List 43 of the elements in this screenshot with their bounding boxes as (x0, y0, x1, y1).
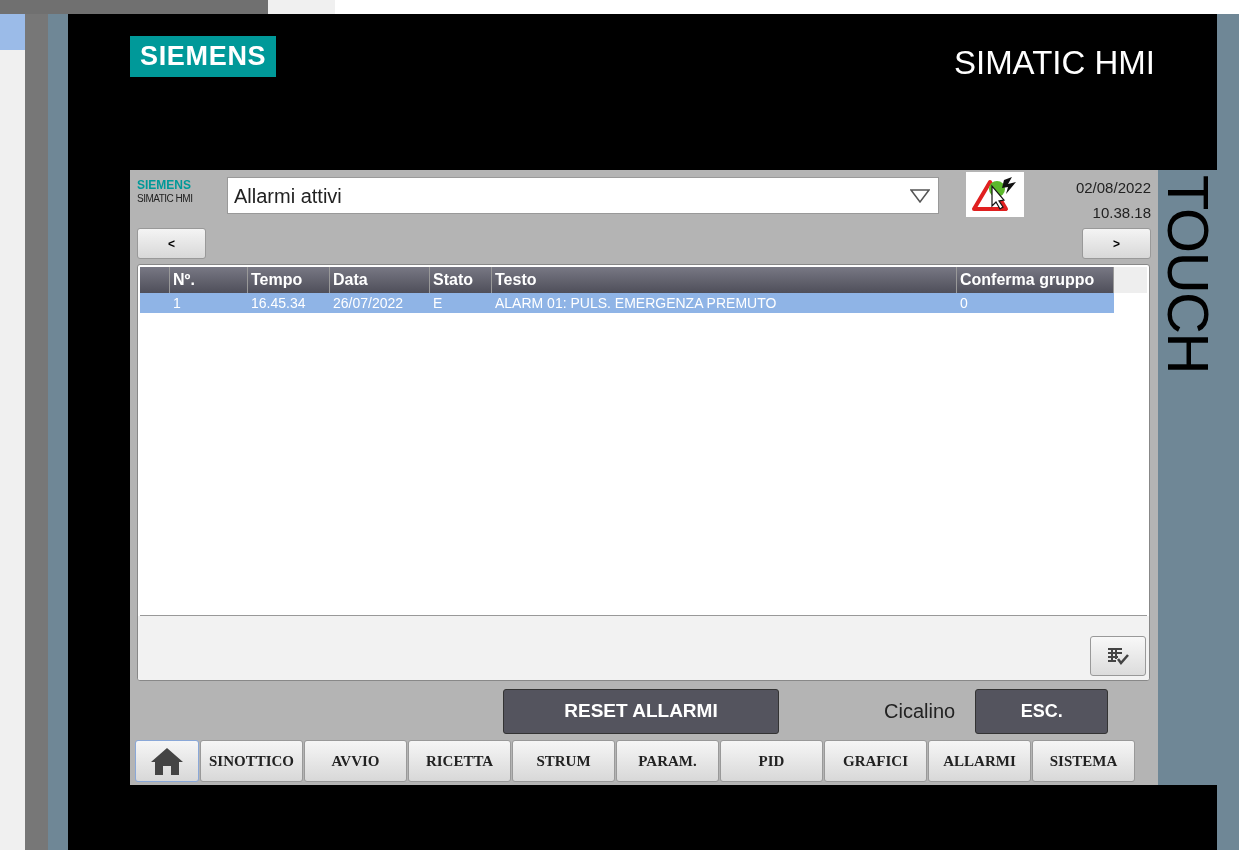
home-button[interactable] (135, 740, 199, 782)
header-corner (140, 267, 170, 293)
column-header[interactable]: Nº. (170, 267, 248, 293)
alarm-ack-button[interactable] (966, 172, 1024, 217)
nav-button[interactable]: RICETTA (408, 740, 511, 782)
dropdown-value: Allarmi attivi (234, 183, 342, 209)
product-title: SIMATIC HMI (953, 43, 1155, 83)
column-header[interactable]: Conferma gruppo (957, 267, 1114, 293)
previous-button[interactable]: < (137, 228, 206, 259)
selected-list-row (0, 14, 25, 50)
brand-logo: SIEMENS (137, 178, 192, 192)
table-cell-text: 0 (959, 293, 969, 313)
siemens-logo: SIEMENS (130, 36, 277, 77)
nav-button[interactable]: STRUM (512, 740, 615, 782)
next-button[interactable]: > (1082, 228, 1151, 259)
buzzer-label: Cicalino (884, 699, 956, 724)
table-cell-text: 1 (172, 293, 182, 313)
nav-button[interactable]: SISTEMA (1032, 740, 1135, 782)
nav-button[interactable]: PARAM. (616, 740, 719, 782)
table-cell-text: 16.45.34 (250, 293, 307, 313)
column-header[interactable]: Tempo (248, 267, 330, 293)
table-cell-text: E (432, 293, 444, 313)
nav-button[interactable]: SINOTTICO (200, 740, 303, 782)
nav-button[interactable]: PID (720, 740, 823, 782)
column-header[interactable]: Data (330, 267, 430, 293)
nav-button[interactable]: ALLARMI (928, 740, 1031, 782)
table-cell-text: ALARM 01: PULS. EMERGENZA PREMUTO (494, 293, 778, 313)
touch-label: TOUCH (1159, 174, 1216, 374)
table-settings-button[interactable] (1090, 636, 1146, 676)
dropdown-caret-icon (910, 188, 930, 203)
table-cell-text: 26/07/2022 (332, 293, 405, 313)
reset-alarms-button[interactable]: RESET ALLARMI (503, 688, 779, 734)
column-header[interactable]: Testo (492, 267, 957, 293)
column-header[interactable]: Stato (430, 267, 492, 293)
table-check-icon (1106, 646, 1130, 666)
time-display: 10.38.18 (1092, 202, 1151, 223)
date-display: 02/08/2022 (1075, 178, 1151, 198)
buzzer-off-button[interactable]: ESC. (975, 688, 1109, 734)
nav-button[interactable]: GRAFICI (824, 740, 927, 782)
view-dropdown[interactable]: Allarmi attivi (227, 177, 939, 214)
nav-button[interactable]: AVVIO (304, 740, 407, 782)
brand-subtitle: SIMATIC HMI (137, 192, 194, 206)
home-icon (149, 746, 185, 776)
